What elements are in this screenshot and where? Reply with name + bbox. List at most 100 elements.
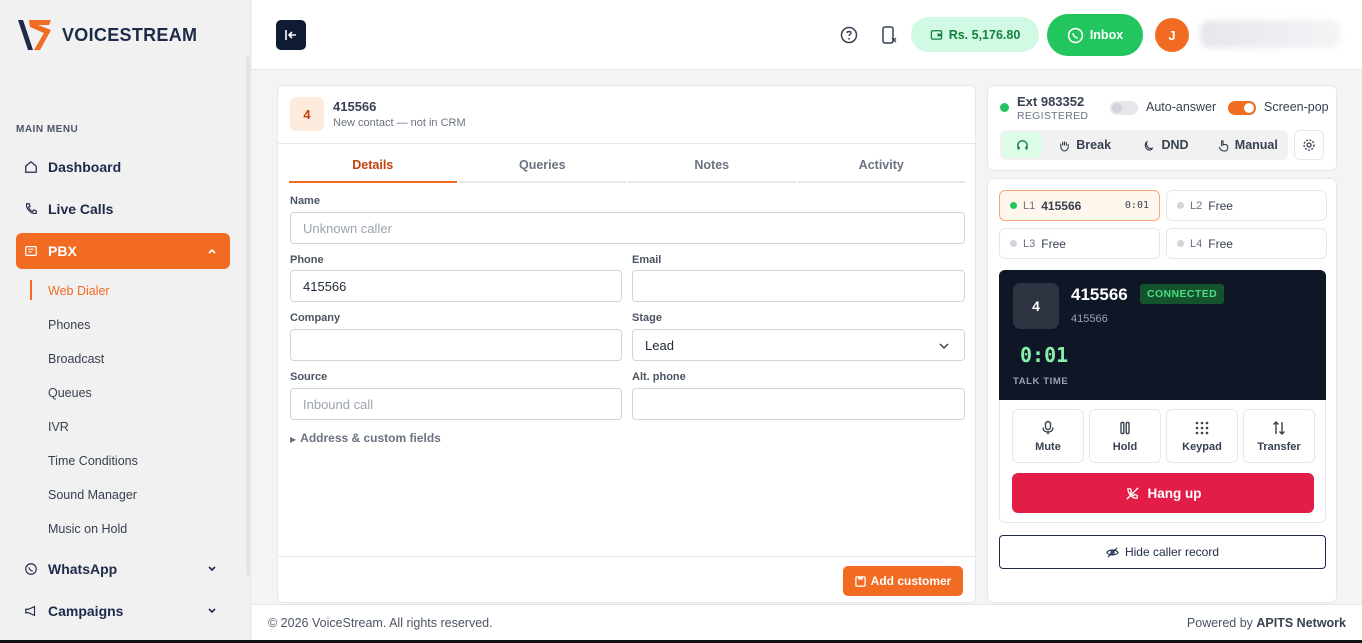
brand-logo[interactable]: VOICESTREAM <box>16 16 197 54</box>
powered-prefix: Powered by <box>1186 616 1257 630</box>
collapse-sidebar-button[interactable] <box>276 20 306 50</box>
mode-break-button[interactable]: Break <box>1044 130 1125 160</box>
company-input[interactable] <box>290 329 622 361</box>
sidebar-scrollbar[interactable] <box>246 55 250 575</box>
source-input[interactable]: Inbound call <box>290 388 622 420</box>
sidebar-sub-time-conditions[interactable]: Time Conditions <box>48 454 138 468</box>
powered-brand[interactable]: APITS Network <box>1256 616 1346 630</box>
softphone-icon[interactable] <box>880 25 898 45</box>
line-l2[interactable]: L2 Free <box>1166 190 1327 221</box>
inbox-button[interactable]: Inbox <box>1047 14 1143 56</box>
wallet-balance-button[interactable]: Rs. 5,176.80 <box>911 17 1039 52</box>
gear-icon <box>1303 139 1315 151</box>
mode-dnd-button[interactable]: DND <box>1125 130 1206 160</box>
company-label: Company <box>290 312 341 324</box>
transfer-button[interactable]: Transfer <box>1243 409 1315 463</box>
pbx-icon <box>25 246 37 256</box>
screen-pop-toggle[interactable] <box>1228 101 1256 115</box>
name-input[interactable]: Unknown caller <box>290 212 965 244</box>
hide-caller-record-label: Hide caller record <box>1124 545 1220 559</box>
line-timer: 0:01 <box>1124 200 1149 211</box>
microphone-icon <box>1042 420 1054 434</box>
agent-mode-bar: Break DND Manual <box>1000 130 1288 160</box>
sidebar-sub-broadcast[interactable]: Broadcast <box>48 352 104 366</box>
save-icon <box>854 575 866 587</box>
sidebar-sub-web-dialer[interactable]: Web Dialer <box>48 284 110 298</box>
collapse-left-icon <box>285 30 296 40</box>
powered-by-text: Powered by APITS Network <box>1187 616 1346 630</box>
mode-manual-button[interactable]: Manual <box>1207 130 1288 160</box>
tab-notes[interactable]: Notes <box>628 149 796 183</box>
hang-up-button[interactable]: Hang up <box>1012 473 1314 513</box>
sidebar-sub-queues[interactable]: Queues <box>48 386 92 400</box>
sidebar-item-pbx[interactable]: PBX <box>16 233 230 269</box>
address-toggle[interactable]: ▶ Address & custom fields <box>290 431 441 445</box>
megaphone-icon <box>25 605 36 617</box>
caller-header: 4 415566 New contact — not in CRM <box>278 86 975 144</box>
keypad-button[interactable]: Keypad <box>1166 409 1238 463</box>
hide-caller-record-button[interactable]: Hide caller record <box>999 535 1326 569</box>
call-lines-card: L1 415566 0:01 L2 Free L3 Free L4 Free 4… <box>987 178 1337 603</box>
tab-activity[interactable]: Activity <box>797 149 965 183</box>
line-status-dot <box>1177 240 1184 247</box>
mute-button[interactable]: Mute <box>1012 409 1084 463</box>
line-l3[interactable]: L3 Free <box>999 228 1160 259</box>
line-l1[interactable]: L1 415566 0:01 <box>999 190 1160 221</box>
whatsapp-icon <box>25 563 37 575</box>
tab-details[interactable]: Details <box>289 149 457 183</box>
alt-phone-input[interactable] <box>632 388 965 420</box>
mode-label: DND <box>1161 138 1189 152</box>
line-status-dot <box>1010 202 1017 209</box>
line-id: L3 <box>1023 237 1036 250</box>
sidebar-item-label: Live Calls <box>48 201 114 217</box>
eye-off-icon <box>1106 546 1119 558</box>
sidebar-item-label: WhatsApp <box>48 561 118 577</box>
sidebar-item-campaigns[interactable]: Campaigns <box>16 593 230 629</box>
phone-settings-button[interactable] <box>1294 130 1324 160</box>
menu-title: MAIN MENU <box>16 124 79 135</box>
call-number: 415566 <box>1071 285 1128 304</box>
user-avatar[interactable]: J <box>1155 18 1189 52</box>
tab-queries[interactable]: Queries <box>458 149 626 183</box>
sidebar-sub-ivr[interactable]: IVR <box>48 420 69 434</box>
auto-answer-toggle[interactable] <box>1110 101 1138 115</box>
brand-name: VOICESTREAM <box>62 24 198 45</box>
stage-select[interactable]: Lead <box>632 329 965 361</box>
sidebar-sub-music-on-hold[interactable]: Music on Hold <box>48 522 127 536</box>
hold-button[interactable]: Hold <box>1089 409 1161 463</box>
hand-break-icon <box>1060 140 1070 152</box>
add-customer-button[interactable]: Add customer <box>843 566 963 596</box>
mode-label: Manual <box>1234 138 1278 152</box>
inbox-label: Inbox <box>1089 28 1124 42</box>
sidebar-item-whatsapp[interactable]: WhatsApp <box>16 551 230 587</box>
whatsapp-icon <box>1067 27 1084 43</box>
mode-available-button[interactable] <box>1002 132 1042 158</box>
screen-pop-label: Screen-pop <box>1264 100 1329 114</box>
home-icon <box>25 160 37 173</box>
pointer-hand-icon <box>1218 139 1229 152</box>
call-subtitle: 415566 <box>1071 313 1108 325</box>
sidebar-sub-phones[interactable]: Phones <box>48 318 90 332</box>
topbar: Rs. 5,176.80 Inbox J <box>252 0 1362 70</box>
help-icon[interactable] <box>840 26 858 44</box>
auto-answer-label: Auto-answer <box>1146 100 1217 114</box>
transfer-arrows-icon <box>1273 420 1285 435</box>
record-tabs: Details Queries Notes Activity <box>288 149 966 183</box>
registered-status-dot <box>1000 103 1009 112</box>
control-label: Hold <box>1112 440 1138 453</box>
caller-number: 415566 <box>333 99 377 114</box>
toggle-knob <box>1112 103 1122 113</box>
talk-time: 0:01 <box>1020 343 1069 367</box>
phone-input[interactable]: 415566 <box>290 270 622 302</box>
chevron-up-icon <box>208 248 216 254</box>
mode-label: Break <box>1076 138 1112 152</box>
line-l4[interactable]: L4 Free <box>1166 228 1327 259</box>
sidebar-sub-sound-manager[interactable]: Sound Manager <box>48 488 137 502</box>
phone-label: Phone <box>290 254 324 266</box>
keypad-icon <box>1195 421 1209 434</box>
sidebar-item-live-calls[interactable]: Live Calls <box>16 191 230 227</box>
user-name-redacted[interactable] <box>1200 20 1340 48</box>
wallet-icon <box>930 30 942 40</box>
email-input[interactable] <box>632 270 965 302</box>
sidebar-item-dashboard[interactable]: Dashboard <box>16 149 230 185</box>
